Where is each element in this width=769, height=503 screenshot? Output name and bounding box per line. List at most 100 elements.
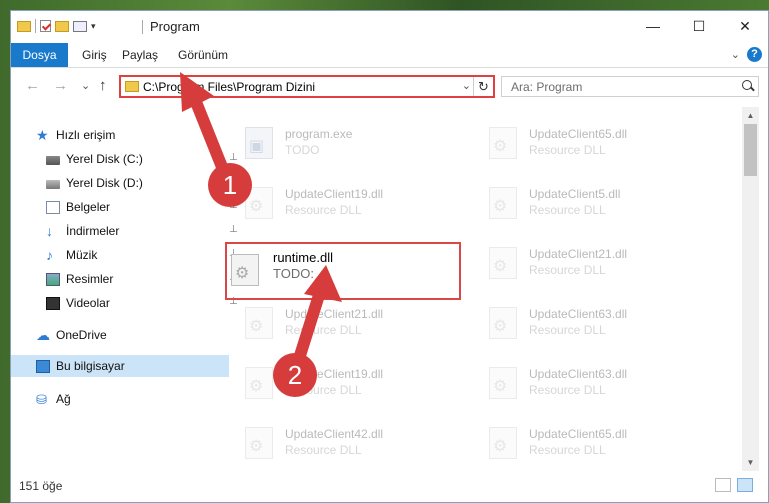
sidebar-item-label: Ağ [56,392,71,406]
sidebar-item-label: Hızlı erişim [56,128,116,142]
file-item[interactable]: UpdateClient65.dll Resource DLL [475,121,705,167]
maximize-button[interactable]: ☐ [676,11,722,41]
quick-access-toolbar: ▾ [17,19,96,33]
sidebar-item-network[interactable]: ⛁ Ağ [11,388,229,410]
up-arrow-icon[interactable]: ↑ [99,77,107,94]
tab-file[interactable]: Dosya [11,43,68,67]
window-title: Program [150,19,200,34]
dll-file-icon [489,367,517,399]
file-item[interactable]: UpdateClient19.dll Resource DLL [231,181,461,227]
sidebar-item-pictures[interactable]: Resimler ⊥ [11,268,239,290]
status-bar: 151 öğe [11,472,768,502]
file-item[interactable]: UpdateClient65.dll Resource DLL [475,421,705,467]
expand-ribbon-icon[interactable]: ⌄ [731,48,740,61]
file-item[interactable]: UpdateClient19.dllResource DLL [231,361,461,407]
sidebar-item-local-disk-c[interactable]: Yerel Disk (C:) ⊥ [11,148,239,170]
sidebar-item-videos[interactable]: Videolar ⊥ [11,292,239,314]
file-item[interactable]: UpdateClient21.dll Resource DLL [231,301,461,347]
address-path[interactable]: C:\Program Files\Program Dizini [143,80,315,94]
toolbar-separator [35,19,36,33]
tab-home[interactable]: Giriş [82,43,107,67]
refresh-icon[interactable]: ↻ [473,77,493,96]
scrollbar-thumb[interactable] [744,124,757,176]
sidebar-item-label: Müzik [66,248,98,262]
recent-locations-icon[interactable]: ⌄ [81,79,90,92]
file-name: UpdateClient65.dll [529,127,628,141]
address-bar[interactable]: C:\Program Files\Program Dizini ⌄ ↻ [119,75,495,98]
drive-icon [46,155,60,165]
dll-file-icon [245,427,273,459]
sidebar-item-local-disk-d[interactable]: Yerel Disk (D:) ⊥ [11,172,239,194]
dll-file-icon [245,367,273,399]
vertical-scrollbar[interactable]: ▲ ▼ [742,107,759,471]
file-description: Resource DLL [285,203,362,217]
sidebar-item-label: Videolar [66,296,110,310]
sidebar-item-label: Yerel Disk (D:) [66,176,143,190]
sidebar-item-quick-access[interactable]: ★ Hızlı erişim [11,124,229,146]
sidebar-item-onedrive[interactable]: ☁ OneDrive [11,324,229,346]
sidebar-item-this-pc[interactable]: Bu bilgisayar [11,355,229,377]
scroll-up-icon[interactable]: ▲ [742,107,759,124]
file-name: UpdateClient63.dll [529,307,628,321]
file-item[interactable]: UpdateClient63.dll Resource DLL [475,301,705,347]
file-item[interactable]: program.exe TODO [231,121,461,167]
file-item[interactable]: UpdateClient5.dll Resource DLL [475,181,705,227]
sidebar-item-music[interactable]: ♪ Müzik ⊥ [11,244,239,266]
back-arrow-icon[interactable]: ← [25,77,40,94]
help-icon[interactable]: ? [747,47,762,62]
address-dropdown-icon[interactable]: ⌄ [462,79,471,92]
tab-share[interactable]: Paylaş [122,43,158,67]
customize-toolbar-dropdown-icon[interactable]: ▾ [91,21,96,32]
file-description: TODO [285,143,320,157]
star-icon: ★ [36,126,49,143]
address-folder-icon [125,81,139,92]
search-input[interactable] [502,77,741,96]
file-name: UpdateClient42.dll [285,427,384,441]
large-icons-view-icon[interactable] [737,478,753,492]
computer-icon [36,359,50,373]
minimize-button[interactable]: — [630,11,676,41]
document-icon [46,200,60,214]
sidebar-item-label: Belgeler [66,200,111,214]
ribbon-tabs: Dosya Giriş Paylaş Görünüm ⌄ ? [11,43,768,68]
music-icon: ♪ [46,246,53,263]
sidebar-item-label: Bu bilgisayar [56,359,125,373]
video-icon [46,296,60,310]
dll-file-icon [489,427,517,459]
close-button[interactable]: ✕ [722,11,768,41]
file-description: Resource DLL [285,443,362,457]
sidebar-item-label: OneDrive [56,328,107,342]
properties-icon[interactable] [73,20,87,32]
dll-file-icon [231,254,259,286]
title-bar: ▾ Program — ☐ ✕ [11,11,768,43]
file-item[interactable]: UpdateClient63.dll Resource DLL [475,361,705,407]
file-item[interactable]: UpdateClient21.dll Resource DLL [475,241,705,287]
sidebar-item-label: İndirmeler [66,224,120,238]
file-item[interactable]: UpdateClient42.dll Resource DLL [231,421,461,467]
dll-file-icon [489,187,517,219]
step-badge-2: 2 [273,353,317,397]
drive-icon [46,179,60,189]
file-name: UpdateClient19.dll [285,187,384,201]
file-description: Resource DLL [529,263,606,277]
properties-check-icon[interactable] [40,20,51,32]
details-view-icon[interactable] [715,478,731,492]
network-icon: ⛁ [36,391,47,407]
step-badge-1: 1 [208,163,252,207]
file-description: Resource DLL [529,323,606,337]
new-folder-icon[interactable] [55,20,69,32]
file-name: program.exe [285,127,353,141]
scroll-down-icon[interactable]: ▼ [742,454,759,471]
sidebar-item-downloads[interactable]: ↓ İndirmeler ⊥ [11,220,239,242]
sidebar-item-documents[interactable]: Belgeler ⊥ [11,196,239,218]
title-separator [142,20,143,34]
forward-arrow-icon[interactable]: → [53,77,68,94]
navigation-bar: ← → ⌄ ↑ C:\Program Files\Program Dizini … [11,68,768,106]
folder-icon [17,20,31,32]
tab-view[interactable]: Görünüm [178,43,228,67]
search-box[interactable] [501,76,759,97]
search-icon[interactable] [742,80,752,90]
file-item-highlighted[interactable]: runtime.dllTODO: [225,242,461,300]
file-name: UpdateClient65.dll [529,427,628,441]
dll-file-icon [489,307,517,339]
